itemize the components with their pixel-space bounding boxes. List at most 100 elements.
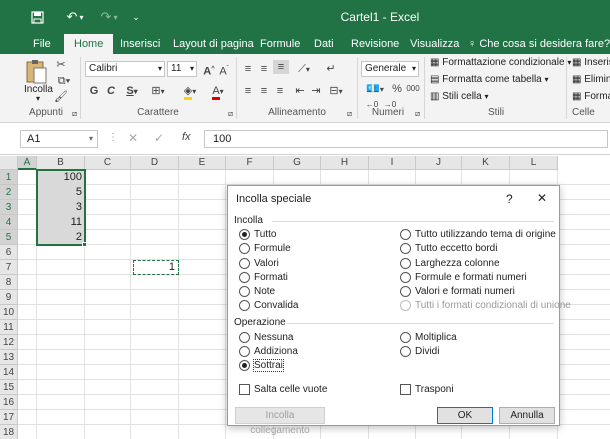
font-size-select[interactable]: 11 ▾ (167, 61, 197, 77)
radio-op-none[interactable]: Nessuna (239, 331, 293, 344)
row-header[interactable]: 10 (0, 305, 18, 320)
cell-c7-copied[interactable]: 1 (133, 260, 179, 275)
number-launcher-icon[interactable]: ⧄ (415, 107, 420, 121)
column-header[interactable]: H (321, 156, 369, 170)
radio-paste-formulas[interactable]: Formule (239, 242, 291, 255)
align-left-icon[interactable]: ≡ (241, 84, 255, 98)
row-header[interactable]: 14 (0, 365, 18, 380)
copy-icon[interactable]: ⧉▾ (54, 74, 74, 88)
radio-paste-all-except-borders[interactable]: Tutto eccetto bordi (400, 242, 497, 255)
enter-icon[interactable]: ✓ (154, 131, 164, 145)
italic-button[interactable]: C (106, 84, 116, 98)
row-header[interactable]: 18 (0, 425, 18, 439)
tab-home[interactable]: Home (64, 34, 114, 54)
percent-button[interactable]: % (391, 82, 403, 96)
clipboard-launcher-icon[interactable]: ⧄ (72, 107, 77, 121)
redo-icon[interactable]: ↷ ▾ (95, 0, 123, 34)
cut-icon[interactable]: ✂ (54, 58, 68, 72)
row-header[interactable]: 1 (0, 170, 18, 185)
column-header[interactable]: J (416, 156, 462, 170)
tab-page-layout[interactable]: Layout di pagina (173, 34, 254, 54)
radio-op-add[interactable]: Addiziona (239, 345, 298, 358)
close-icon[interactable]: ✕ (537, 191, 547, 205)
column-header[interactable]: A (18, 156, 37, 170)
cancel-button[interactable]: Annulla (499, 407, 555, 424)
thousands-button[interactable]: 000 (405, 82, 421, 96)
fill-handle[interactable] (82, 242, 87, 247)
radio-paste-values-number-formats[interactable]: Valori e formati numeri (400, 285, 515, 298)
column-header[interactable]: K (462, 156, 510, 170)
paste-dropdown-icon[interactable]: ▾ (36, 94, 40, 103)
column-header[interactable]: I (369, 156, 416, 170)
transpose-checkbox[interactable]: Trasponi (400, 383, 454, 396)
row-header[interactable]: 5 (0, 230, 18, 245)
bold-button[interactable]: G (89, 84, 99, 98)
radio-op-multiply[interactable]: Moltiplica (400, 331, 457, 344)
tab-file[interactable]: File (33, 34, 51, 54)
column-header[interactable]: E (179, 156, 226, 170)
column-header[interactable]: C (85, 156, 131, 170)
radio-op-subtract[interactable]: Sottrai (239, 359, 284, 372)
row-header[interactable]: 7 (0, 260, 18, 275)
align-right-icon[interactable]: ≡ (273, 84, 287, 98)
currency-format-icon[interactable]: 💶▾ (362, 82, 388, 97)
format-cells-button[interactable]: ▦ Forma (572, 91, 610, 102)
radio-paste-all[interactable]: Tutto (239, 228, 276, 241)
row-header[interactable]: 15 (0, 380, 18, 395)
column-header[interactable]: D (131, 156, 179, 170)
tab-formulas[interactable]: Formule (260, 34, 300, 54)
alignment-launcher-icon[interactable]: ⧄ (347, 107, 352, 121)
number-format-select[interactable]: Generale ▾ (361, 61, 419, 77)
radio-paste-formulas-number-formats[interactable]: Formule e formati numeri (400, 271, 527, 284)
cancel-icon[interactable]: ✕ (128, 131, 138, 145)
borders-icon[interactable]: ⊞▾ (148, 84, 168, 99)
skip-blanks-checkbox[interactable]: Salta celle vuote (239, 383, 327, 396)
radio-paste-formats[interactable]: Formati (239, 271, 288, 284)
radio-paste-all-source-theme[interactable]: Tutto utilizzando tema di origine (400, 228, 556, 241)
row-header[interactable]: 6 (0, 245, 18, 260)
align-top-icon[interactable]: ≡ (241, 62, 255, 76)
format-painter-icon[interactable]: 🖌 (54, 90, 68, 104)
row-header[interactable]: 11 (0, 320, 18, 335)
decrease-indent-icon[interactable]: ⇤ (293, 84, 307, 98)
radio-op-divide[interactable]: Dividi (400, 345, 439, 358)
radio-paste-notes[interactable]: Note (239, 285, 275, 298)
shrink-font-icon[interactable]: Aˇ (218, 62, 230, 79)
delete-cells-button[interactable]: ▦ Elimin (572, 74, 610, 85)
font-launcher-icon[interactable]: ⧄ (228, 107, 233, 121)
row-header[interactable]: 4 (0, 215, 18, 230)
cell-styles-button[interactable]: ▥ Stili cella ▾ (430, 91, 489, 102)
row-header[interactable]: 3 (0, 200, 18, 215)
select-all-corner[interactable] (0, 156, 18, 170)
row-header[interactable]: 9 (0, 290, 18, 305)
name-box[interactable]: A1 ▾ (20, 130, 98, 148)
undo-icon[interactable]: ↶ ▾ (60, 0, 90, 34)
row-header[interactable]: 16 (0, 395, 18, 410)
help-button[interactable]: ? (506, 192, 513, 206)
row-header[interactable]: 8 (0, 275, 18, 290)
tab-insert[interactable]: Inserisci (120, 34, 160, 54)
radio-paste-values[interactable]: Valori (239, 257, 279, 270)
formula-input[interactable]: 100 (204, 130, 608, 148)
row-header[interactable]: 17 (0, 410, 18, 425)
column-header[interactable]: L (510, 156, 558, 170)
align-middle-icon[interactable]: ≡ (257, 62, 271, 76)
insert-function-icon[interactable]: fx (182, 131, 191, 143)
format-as-table-button[interactable]: ▤ Formatta come tabella ▾ (430, 74, 549, 85)
underline-button[interactable]: S▾ (123, 84, 141, 99)
column-header[interactable]: B (37, 156, 85, 170)
row-header[interactable]: 12 (0, 335, 18, 350)
grow-font-icon[interactable]: A^ (203, 62, 215, 79)
column-header[interactable]: F (226, 156, 274, 170)
ok-button[interactable]: OK (437, 407, 493, 424)
tell-me-box[interactable]: ♀ Che cosa si desidera fare? (468, 34, 610, 54)
align-center-icon[interactable]: ≡ (257, 84, 271, 98)
tab-data[interactable]: Dati (314, 34, 334, 54)
tab-review[interactable]: Revisione (351, 34, 399, 54)
increase-indent-icon[interactable]: ⇥ (309, 84, 323, 98)
column-header[interactable]: G (274, 156, 321, 170)
row-header[interactable]: 13 (0, 350, 18, 365)
customize-qat-icon[interactable]: ⌄ (128, 0, 144, 34)
merge-center-icon[interactable]: ⊟▾ (325, 84, 347, 99)
row-header[interactable]: 2 (0, 185, 18, 200)
